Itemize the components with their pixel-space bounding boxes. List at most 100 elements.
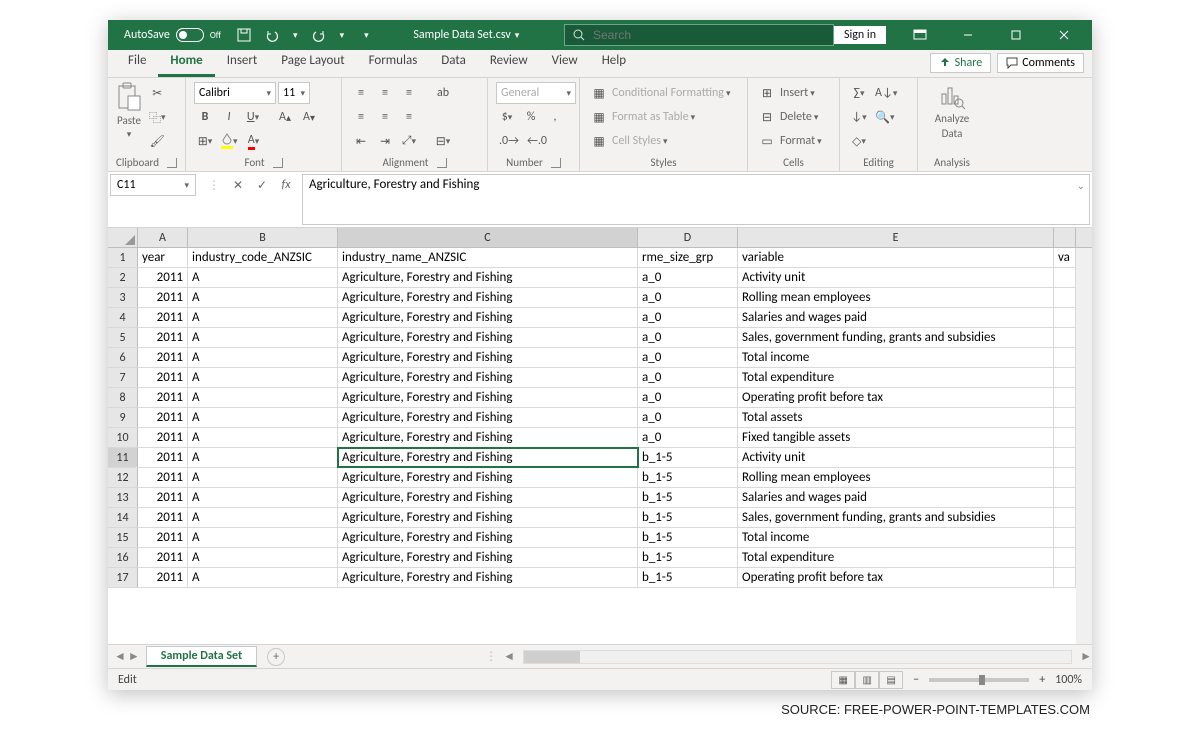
font-color-icon[interactable]: A▾ bbox=[243, 130, 265, 152]
alignment-dialog-launcher[interactable] bbox=[437, 158, 447, 168]
analyze-data-icon[interactable] bbox=[938, 82, 966, 110]
cell[interactable]: 2011 bbox=[138, 388, 188, 407]
find-select-icon[interactable]: 🔍▾ bbox=[872, 106, 897, 128]
cell[interactable]: Agriculture, Forestry and Fishing bbox=[338, 368, 638, 387]
cell[interactable]: A bbox=[188, 288, 338, 307]
vertical-scrollbar[interactable] bbox=[1076, 248, 1092, 644]
cell[interactable]: A bbox=[188, 548, 338, 567]
tab-file[interactable]: File bbox=[116, 49, 158, 77]
cell[interactable]: a_0 bbox=[638, 408, 738, 427]
cell[interactable] bbox=[1054, 528, 1076, 547]
tab-formulas[interactable]: Formulas bbox=[357, 49, 430, 77]
autosave-toggle[interactable]: AutoSave Off bbox=[124, 28, 221, 42]
row-header[interactable]: 10 bbox=[108, 428, 138, 447]
cell[interactable]: a_0 bbox=[638, 348, 738, 367]
cell[interactable]: Salaries and wages paid bbox=[738, 308, 1054, 327]
cell[interactable] bbox=[1054, 508, 1076, 527]
format-as-table-icon[interactable]: ▦ bbox=[588, 106, 610, 128]
clipboard-dialog-launcher[interactable] bbox=[167, 158, 177, 168]
select-all-corner[interactable] bbox=[108, 228, 138, 247]
cell[interactable]: Agriculture, Forestry and Fishing bbox=[338, 548, 638, 567]
column-header-C[interactable]: C bbox=[338, 228, 638, 247]
cell[interactable]: 2011 bbox=[138, 528, 188, 547]
cell[interactable] bbox=[1054, 348, 1076, 367]
cell[interactable]: A bbox=[188, 308, 338, 327]
cell[interactable]: 2011 bbox=[138, 448, 188, 467]
align-bottom-icon[interactable]: ≡ bbox=[398, 82, 420, 104]
redo-dropdown-icon[interactable]: ▾ bbox=[340, 30, 345, 41]
column-header-f[interactable] bbox=[1054, 228, 1076, 247]
signin-button[interactable]: Sign in bbox=[834, 26, 886, 44]
insert-function-icon[interactable]: fx bbox=[276, 175, 296, 195]
formula-bar[interactable]: Agriculture, Forestry and Fishing ⌄ bbox=[302, 174, 1090, 225]
tab-page-layout[interactable]: Page Layout bbox=[269, 49, 356, 77]
cell[interactable]: Agriculture, Forestry and Fishing bbox=[338, 488, 638, 507]
cell[interactable] bbox=[1054, 408, 1076, 427]
merge-icon[interactable]: ⊟▾ bbox=[432, 130, 454, 152]
cell[interactable]: b_1-5 bbox=[638, 528, 738, 547]
cell[interactable] bbox=[1054, 388, 1076, 407]
page-layout-view-icon[interactable]: ▥ bbox=[855, 671, 879, 689]
cell[interactable]: b_1-5 bbox=[638, 448, 738, 467]
cell[interactable]: Agriculture, Forestry and Fishing bbox=[338, 328, 638, 347]
decrease-font-icon[interactable]: A▾ bbox=[298, 106, 320, 128]
sheet-tab[interactable]: Sample Data Set bbox=[146, 646, 257, 667]
zoom-thumb[interactable] bbox=[979, 675, 985, 685]
increase-decimal-icon[interactable]: .0→ bbox=[496, 130, 522, 152]
row-header[interactable]: 9 bbox=[108, 408, 138, 427]
delete-cells-label[interactable]: Delete bbox=[780, 110, 812, 124]
cell[interactable]: Total assets bbox=[738, 408, 1054, 427]
italic-button[interactable]: I bbox=[218, 106, 240, 128]
delete-cells-icon[interactable]: ⊟ bbox=[756, 106, 778, 128]
row-header[interactable]: 5 bbox=[108, 328, 138, 347]
row-header[interactable]: 8 bbox=[108, 388, 138, 407]
analyze-label-1[interactable]: Analyze bbox=[935, 112, 969, 125]
decrease-decimal-icon[interactable]: ←.0 bbox=[524, 130, 550, 152]
align-center-icon[interactable]: ≡ bbox=[374, 106, 396, 128]
font-name-select[interactable]: Calibri▾ bbox=[194, 82, 276, 104]
cell[interactable]: A bbox=[188, 448, 338, 467]
minimize-icon[interactable] bbox=[946, 20, 990, 50]
cell[interactable]: Agriculture, Forestry and Fishing bbox=[338, 308, 638, 327]
cell[interactable]: A bbox=[188, 408, 338, 427]
redo-icon[interactable] bbox=[312, 28, 326, 42]
format-cells-icon[interactable]: ▭ bbox=[756, 130, 778, 152]
cell[interactable]: Agriculture, Forestry and Fishing bbox=[338, 408, 638, 427]
tab-help[interactable]: Help bbox=[590, 49, 638, 77]
cell[interactable]: 2011 bbox=[138, 408, 188, 427]
paste-label[interactable]: Paste bbox=[117, 114, 141, 127]
cell[interactable]: Rolling mean employees bbox=[738, 468, 1054, 487]
column-header-D[interactable]: D bbox=[638, 228, 738, 247]
cell[interactable]: A bbox=[188, 508, 338, 527]
fill-color-icon[interactable]: ▾ bbox=[218, 130, 241, 152]
cell[interactable]: Activity unit bbox=[738, 268, 1054, 287]
align-left-icon[interactable]: ≡ bbox=[350, 106, 372, 128]
normal-view-icon[interactable]: ▦ bbox=[831, 671, 855, 689]
cut-icon[interactable]: ✂ bbox=[146, 82, 169, 104]
cell[interactable]: Agriculture, Forestry and Fishing bbox=[338, 268, 638, 287]
cell[interactable]: A bbox=[188, 348, 338, 367]
align-top-icon[interactable]: ≡ bbox=[350, 82, 372, 104]
comma-icon[interactable]: , bbox=[544, 106, 566, 128]
cell[interactable]: b_1-5 bbox=[638, 568, 738, 587]
save-icon[interactable] bbox=[237, 28, 251, 42]
cell[interactable]: 2011 bbox=[138, 368, 188, 387]
close-icon[interactable] bbox=[1042, 20, 1086, 50]
increase-indent-icon[interactable]: ⇥ bbox=[374, 130, 396, 152]
row-header[interactable]: 1 bbox=[108, 248, 138, 267]
cell[interactable] bbox=[1054, 288, 1076, 307]
cell[interactable]: Salaries and wages paid bbox=[738, 488, 1054, 507]
cell[interactable]: Total expenditure bbox=[738, 368, 1054, 387]
cell[interactable]: variable bbox=[738, 248, 1054, 267]
search-box[interactable] bbox=[564, 24, 834, 46]
cell[interactable]: b_1-5 bbox=[638, 548, 738, 567]
align-middle-icon[interactable]: ≡ bbox=[374, 82, 396, 104]
cell[interactable]: Operating profit before tax bbox=[738, 388, 1054, 407]
cell[interactable]: 2011 bbox=[138, 348, 188, 367]
cell[interactable]: a_0 bbox=[638, 328, 738, 347]
sheet-nav-next-icon[interactable]: ► bbox=[128, 649, 140, 664]
cancel-formula-icon[interactable]: ✕ bbox=[228, 175, 248, 195]
cell[interactable]: A bbox=[188, 568, 338, 587]
row-header[interactable]: 2 bbox=[108, 268, 138, 287]
cell[interactable]: Sales, government funding, grants and su… bbox=[738, 328, 1054, 347]
